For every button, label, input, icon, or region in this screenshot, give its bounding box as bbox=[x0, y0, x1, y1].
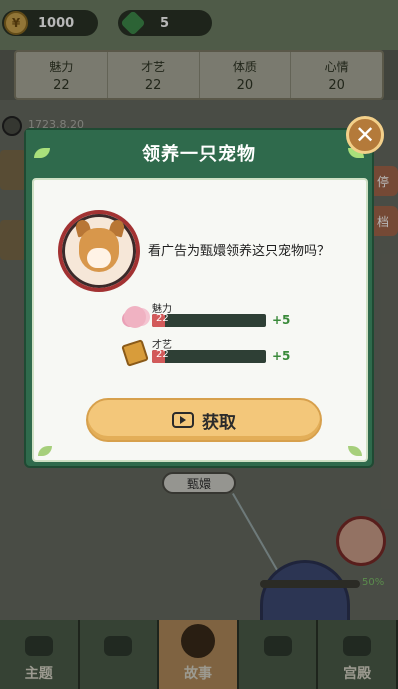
dialog-header: 领养一只宠物 bbox=[26, 130, 372, 176]
close-icon[interactable]: ✕ bbox=[346, 116, 384, 154]
adopt-pet-dialog: 领养一只宠物 看广告为甄嬛领养这只宠物吗？ 魅力 22 +5 才艺 22 +5 … bbox=[24, 128, 374, 468]
get-button-label: 获取 bbox=[202, 412, 236, 433]
attribute-row-talent: 才艺 22 +5 bbox=[121, 336, 324, 367]
leaf-icon bbox=[38, 446, 52, 456]
attribute-bar: 22 bbox=[152, 349, 266, 363]
leaf-icon bbox=[348, 446, 362, 456]
charm-flower-icon bbox=[124, 306, 146, 328]
adopt-question: 看广告为甄嬛领养这只宠物吗？ bbox=[148, 244, 331, 259]
pet-avatar bbox=[58, 210, 140, 292]
attribute-bar: 22 bbox=[152, 313, 266, 327]
attribute-value: 22 bbox=[156, 313, 169, 324]
dog-muzzle bbox=[87, 248, 111, 268]
dialog-title: 领养一只宠物 bbox=[142, 144, 256, 165]
leaf-icon bbox=[34, 148, 50, 158]
attribute-value: 22 bbox=[156, 349, 169, 360]
attribute-row-charm: 魅力 22 +5 bbox=[124, 300, 324, 330]
get-button[interactable]: 获取 bbox=[86, 398, 322, 442]
attribute-gain: +5 bbox=[272, 313, 291, 327]
video-ad-icon bbox=[172, 412, 194, 428]
talent-scroll-icon bbox=[121, 339, 149, 367]
dialog-body: 看广告为甄嬛领养这只宠物吗？ 魅力 22 +5 才艺 22 +5 获取 bbox=[32, 178, 368, 462]
attribute-gain: +5 bbox=[272, 349, 291, 363]
